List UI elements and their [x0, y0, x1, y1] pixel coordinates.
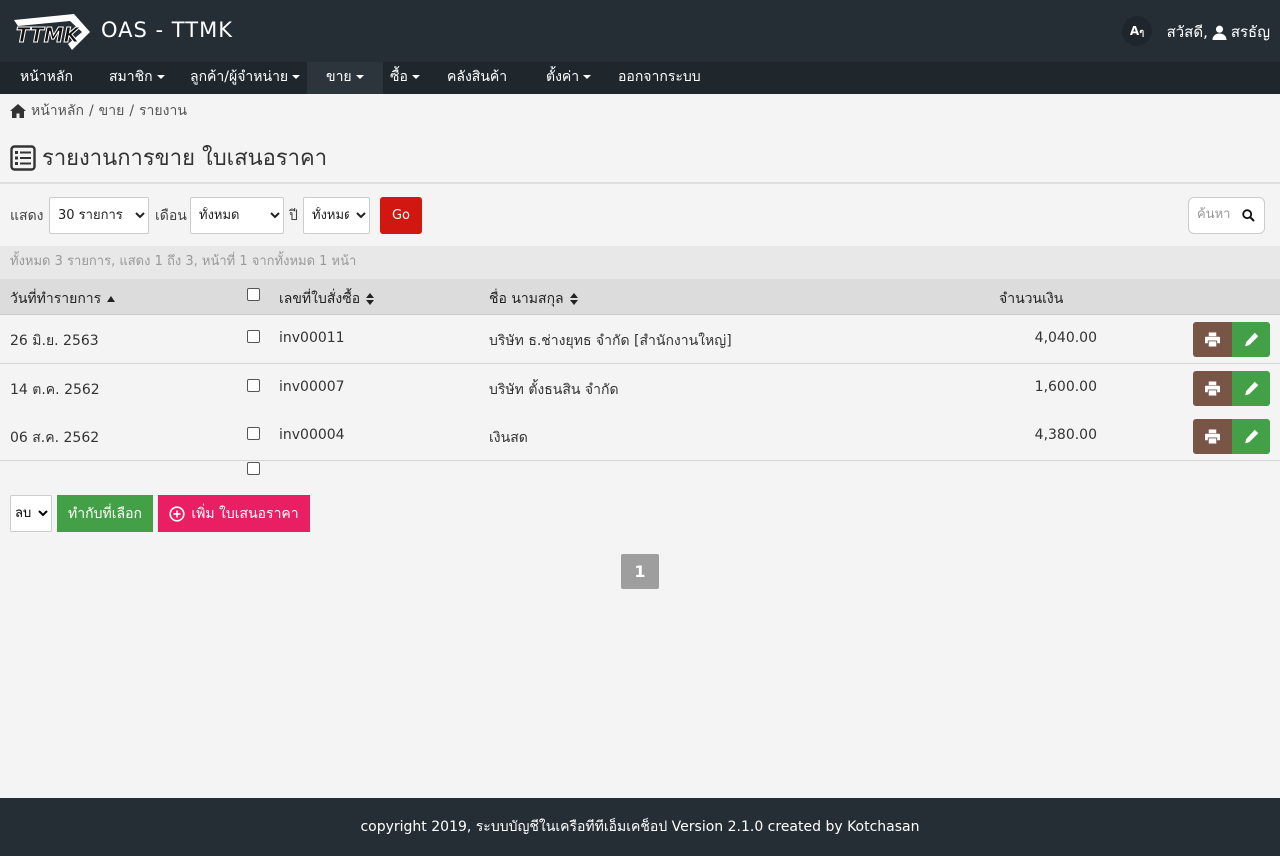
column-header-order-no[interactable]: เลขที่ใบสั่งซื้อ [279, 288, 375, 310]
show-count-select[interactable]: 30 รายการ [49, 197, 149, 234]
row-date: 06 ส.ค. 2562 [10, 430, 100, 446]
greeting-text: สวัสดี, [1166, 23, 1208, 41]
caret-down-icon [292, 75, 301, 79]
print-icon [1205, 429, 1220, 444]
breadcrumb-sales[interactable]: ขาย [99, 100, 125, 122]
caret-down-icon [411, 75, 420, 79]
user-name: สรธัญ [1230, 23, 1270, 41]
sort-ascending-icon [107, 296, 116, 302]
main-navigation: หน้าหลัก สมาชิก ลูกค้า/ผู้จำหน่าย ขาย ซื… [0, 62, 1280, 94]
search-box[interactable] [1188, 197, 1265, 234]
caret-down-icon [583, 75, 592, 79]
bulk-action-select[interactable]: ลบ [10, 495, 52, 532]
row-amount: 4,380.00 [1034, 427, 1097, 443]
caret-down-icon [355, 75, 364, 79]
add-quotation-button[interactable]: เพิ่ม ใบเสนอราคา [158, 495, 310, 532]
edit-button[interactable] [1232, 322, 1270, 357]
row-name: บริษัท ธ.ช่างยุทธ จำกัด [สำนักงานใหญ่] [489, 333, 732, 349]
select-all-checkbox[interactable] [247, 288, 260, 301]
nav-item-home[interactable]: หน้าหลัก [20, 62, 73, 94]
app-title[interactable]: OAS - TTMK [101, 18, 233, 42]
edit-button[interactable] [1232, 419, 1270, 454]
user-icon [1212, 25, 1227, 40]
nav-item-inventory[interactable]: คลังสินค้า [447, 62, 507, 94]
pagination-page-1[interactable]: 1 [621, 554, 659, 589]
breadcrumb: หน้าหลัก / ขาย / รายงาน [10, 100, 187, 122]
translate-icon: A [1129, 24, 1140, 38]
page-title: รายงานการขาย ใบเสนอราคา [10, 140, 327, 175]
nav-item-logout[interactable]: ออกจากระบบ [618, 62, 701, 94]
search-icon[interactable] [1242, 209, 1255, 222]
home-icon [10, 104, 26, 118]
pencil-icon [1245, 429, 1259, 444]
breadcrumb-current: รายงาน [139, 103, 187, 119]
row-name: บริษัท ตั้งธนสิน จำกัด [489, 382, 619, 398]
column-header-date[interactable]: วันที่ทำรายการ [10, 288, 116, 310]
column-header-amount: จำนวนเงิน [999, 291, 1064, 307]
nav-item-customers[interactable]: ลูกค้า/ผู้จำหน่าย [190, 62, 301, 94]
edit-button[interactable] [1232, 371, 1270, 406]
search-input[interactable] [1197, 207, 1243, 222]
show-label: แสดง [10, 208, 44, 224]
language-switch-button[interactable]: Aๆ [1122, 16, 1152, 46]
print-button[interactable] [1193, 419, 1232, 454]
row-amount: 4,040.00 [1034, 330, 1097, 346]
row-checkbox[interactable] [247, 330, 260, 343]
divider [0, 182, 1280, 184]
row-checkbox[interactable] [247, 379, 260, 392]
nav-item-settings[interactable]: ตั้งค่า [546, 62, 592, 94]
year-select[interactable]: ทั้งหมด [303, 197, 370, 234]
apply-selected-button[interactable]: ทำกับที่เลือก [57, 495, 153, 532]
row-name: เงินสด [489, 430, 528, 446]
nav-item-purchase[interactable]: ซื้อ [390, 62, 420, 94]
year-label: ปี [289, 208, 298, 224]
table-row: 14 ต.ค. 2562 inv00007 บริษัท ตั้งธนสิน จ… [0, 364, 1280, 413]
breadcrumb-separator: / [88, 103, 94, 119]
row-amount: 1,600.00 [1034, 379, 1097, 395]
breadcrumb-separator: / [129, 103, 135, 119]
row-order-no: inv00011 [279, 330, 345, 346]
month-select[interactable]: ทั้งหมด [190, 197, 284, 234]
table-row: 06 ส.ค. 2562 inv00004 เงินสด 4,380.00 [0, 412, 1280, 461]
result-summary: ทั้งหมด 3 รายการ, แสดง 1 ถึง 3, หน้าที่ … [0, 246, 1280, 279]
sort-icon [569, 293, 578, 305]
print-button[interactable] [1193, 322, 1232, 357]
sort-icon [366, 293, 375, 305]
go-button[interactable]: Go [380, 197, 422, 234]
print-icon [1205, 332, 1220, 347]
footer: copyright 2019, ระบบบัญชีในเครือทีทีเอ็ม… [0, 798, 1280, 856]
select-all-checkbox-footer[interactable] [247, 462, 260, 475]
print-button[interactable] [1193, 371, 1232, 406]
nav-item-sales[interactable]: ขาย [307, 62, 383, 94]
row-date: 26 มิ.ย. 2563 [10, 333, 99, 349]
user-greeting[interactable]: สวัสดี, สรธัญ [1167, 20, 1270, 44]
nav-item-members[interactable]: สมาชิก [109, 62, 165, 94]
ttmk-logo[interactable]: TTMK [12, 10, 92, 54]
table-row: 26 มิ.ย. 2563 inv00011 บริษัท ธ.ช่างยุทธ… [0, 315, 1280, 364]
table-header: วันที่ทำรายการ เลขที่ใบสั่งซื้อ ชื่อ นาม… [0, 279, 1280, 315]
caret-down-icon [156, 75, 165, 79]
breadcrumb-home[interactable]: หน้าหลัก [31, 100, 84, 122]
row-date: 14 ต.ค. 2562 [10, 382, 100, 398]
pencil-icon [1245, 332, 1259, 347]
row-order-no: inv00007 [279, 379, 345, 395]
row-checkbox[interactable] [247, 427, 260, 440]
pencil-icon [1245, 381, 1259, 396]
month-label: เดือน [155, 208, 187, 224]
page-title-text: รายงานการขาย ใบเสนอราคา [42, 146, 328, 171]
add-quotation-label: เพิ่ม ใบเสนอราคา [191, 505, 299, 522]
print-icon [1205, 381, 1220, 396]
svg-text:TTMK: TTMK [16, 23, 81, 47]
row-order-no: inv00004 [279, 427, 345, 443]
top-header: TTMK OAS - TTMK Aๆ สวัสดี, สรธัญ [0, 0, 1280, 62]
list-icon [10, 144, 36, 171]
column-header-name[interactable]: ชื่อ นามสกุล [489, 288, 578, 310]
plus-circle-icon [169, 505, 185, 522]
